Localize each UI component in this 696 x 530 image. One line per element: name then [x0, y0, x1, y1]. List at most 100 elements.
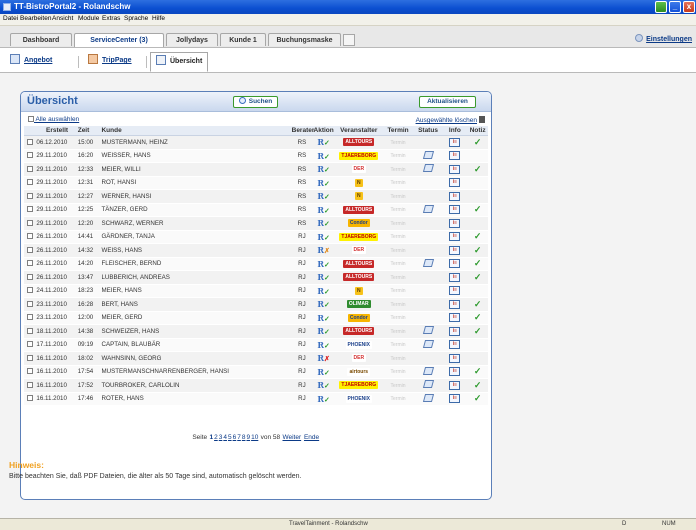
row-checkbox[interactable] [27, 219, 34, 226]
cell-termin[interactable]: Termin [382, 243, 414, 258]
col-erstellt[interactable]: Erstellt [36, 126, 78, 136]
menu-module[interactable]: Module [78, 15, 99, 22]
tab-kunde[interactable]: Kunde 1 [220, 33, 266, 46]
table-row[interactable]: 26.11.2010 13:47 LUBBERICH, ANDREAS RJ R✓ ALL… [24, 270, 488, 285]
cell-action[interactable]: R✓ [312, 189, 336, 204]
cell-status[interactable] [413, 203, 443, 217]
cell-note[interactable]: ✓ [467, 135, 488, 150]
delete-selected-link[interactable]: Ausgewählte löschen [416, 116, 485, 124]
page-link[interactable]: 1 [209, 434, 213, 441]
cell-action[interactable]: R✓ [312, 230, 336, 244]
cell-action[interactable]: R✓ [312, 324, 336, 339]
row-checkbox[interactable] [27, 165, 34, 172]
cell-status[interactable] [413, 284, 443, 298]
cell-status[interactable] [413, 270, 443, 285]
cell-status[interactable] [413, 189, 443, 204]
cell-customer[interactable]: SCHWARZ, WERNER [101, 216, 292, 231]
page-link[interactable]: 6 [233, 434, 237, 441]
cell-note[interactable]: ✓ [467, 297, 488, 312]
cell-info[interactable]: i≡ [442, 311, 468, 325]
cell-note[interactable]: ✓ [467, 162, 488, 177]
row-checkbox[interactable] [27, 341, 34, 348]
cell-status[interactable] [413, 338, 443, 352]
cell-note[interactable] [467, 176, 488, 190]
cell-termin[interactable]: Termin [382, 338, 414, 352]
col-veranstalter[interactable]: Veranstalter [335, 126, 383, 136]
cell-status[interactable] [413, 297, 443, 312]
cell-termin[interactable]: Termin [382, 270, 414, 285]
cell-customer[interactable]: ROTER, HANS [101, 392, 292, 406]
row-checkbox[interactable] [27, 233, 34, 240]
cell-info[interactable]: i≡ [442, 135, 468, 150]
cell-action[interactable]: R✓ [312, 378, 336, 393]
cell-termin[interactable]: Termin [382, 378, 414, 393]
menu-ansicht[interactable]: Ansicht [52, 15, 73, 22]
cell-note[interactable] [467, 216, 488, 231]
cell-note[interactable]: ✓ [467, 257, 488, 271]
cell-termin[interactable]: Termin [382, 162, 414, 177]
table-row[interactable]: 29.11.2010 12:20 SCHWARZ, WERNER RS R✓ Condor… [24, 216, 488, 231]
cell-action[interactable]: R✓ [312, 257, 336, 271]
tab-servicecenter[interactable]: ServiceCenter (3) [74, 33, 164, 47]
cell-note[interactable]: ✓ [467, 311, 488, 325]
page-link[interactable]: 2 [214, 434, 218, 441]
cell-info[interactable]: i≡ [442, 162, 468, 177]
cell-action[interactable]: R✗ [312, 351, 336, 366]
cell-customer[interactable]: MEIER, GERD [101, 311, 292, 325]
refresh-button[interactable]: Aktualisieren [419, 96, 476, 108]
cell-note[interactable]: ✓ [467, 324, 488, 339]
col-status[interactable]: Status [413, 126, 443, 136]
cell-info[interactable]: i≡ [442, 297, 468, 312]
cell-termin[interactable]: Termin [382, 351, 414, 366]
table-row[interactable]: 29.11.2010 12:33 MEIER, WILLI RS R✓ DER Termin… [24, 162, 488, 177]
close-button[interactable]: x [683, 1, 695, 13]
cell-info[interactable]: i≡ [442, 149, 468, 163]
minimize-button[interactable]: _ [669, 1, 681, 13]
cell-info[interactable]: i≡ [442, 176, 468, 190]
cell-status[interactable] [413, 324, 443, 339]
cell-customer[interactable]: WERNER, HANSI [101, 189, 292, 204]
cell-note[interactable]: ✓ [467, 203, 488, 217]
cell-status[interactable] [413, 135, 443, 150]
cell-customer[interactable]: WEISSER, HANS [101, 149, 292, 163]
col-aktion[interactable]: Aktion [312, 126, 336, 136]
cell-info[interactable]: i≡ [442, 351, 468, 366]
cell-status[interactable] [413, 351, 443, 366]
row-checkbox[interactable] [27, 314, 34, 321]
cell-info[interactable]: i≡ [442, 338, 468, 352]
cell-customer[interactable]: TÄNZER, GERD [101, 203, 292, 217]
cell-customer[interactable]: MEIER, HANS [101, 284, 292, 298]
col-zeit[interactable]: Zeit [77, 126, 102, 136]
cell-status[interactable] [413, 162, 443, 177]
cell-note[interactable]: ✓ [467, 378, 488, 393]
table-row[interactable]: 26.11.2010 14:32 WEISS, HANS RJ R✗ DER Termin i… [24, 243, 488, 258]
row-checkbox[interactable] [27, 260, 34, 267]
menu-bearbeiten[interactable]: Bearbeiten [20, 15, 51, 22]
cell-note[interactable]: ✓ [467, 392, 488, 406]
cell-customer[interactable]: ROT, HANSI [101, 176, 292, 190]
cell-action[interactable]: R✓ [312, 338, 336, 352]
subtab-uebersicht[interactable]: Übersicht [150, 52, 209, 72]
cell-termin[interactable]: Termin [382, 365, 414, 379]
cell-customer[interactable]: BERT, HANS [101, 297, 292, 312]
cell-action[interactable]: R✓ [312, 176, 336, 190]
tab-dashboard[interactable]: Dashboard [10, 33, 72, 46]
cell-info[interactable]: i≡ [442, 365, 468, 379]
table-row[interactable]: 23.11.2010 12:00 MEIER, GERD RJ R✓ Condor Term… [24, 311, 488, 325]
cell-status[interactable] [413, 216, 443, 231]
cell-customer[interactable]: GÄRDNER, TANJA [101, 230, 292, 244]
cell-info[interactable]: i≡ [442, 324, 468, 339]
table-row[interactable]: 16.11.2010 17:52 TOURBROKER, CARLOLIN RJ R✓ T… [24, 378, 488, 393]
table-row[interactable]: 29.11.2010 12:25 TÄNZER, GERD RS R✓ ALLTOURS T… [24, 203, 488, 217]
cell-termin[interactable]: Termin [382, 392, 414, 406]
cell-status[interactable] [413, 257, 443, 271]
cell-termin[interactable]: Termin [382, 203, 414, 217]
select-all-link[interactable]: Alle auswählen [28, 116, 79, 123]
row-checkbox[interactable] [27, 152, 34, 159]
tab-buchungsmaske[interactable]: Buchungsmaske [268, 33, 341, 46]
cell-termin[interactable]: Termin [382, 297, 414, 312]
row-checkbox[interactable] [27, 246, 34, 253]
cell-termin[interactable]: Termin [382, 324, 414, 339]
cell-action[interactable]: R✓ [312, 297, 336, 312]
cell-note[interactable]: ✓ [467, 270, 488, 285]
